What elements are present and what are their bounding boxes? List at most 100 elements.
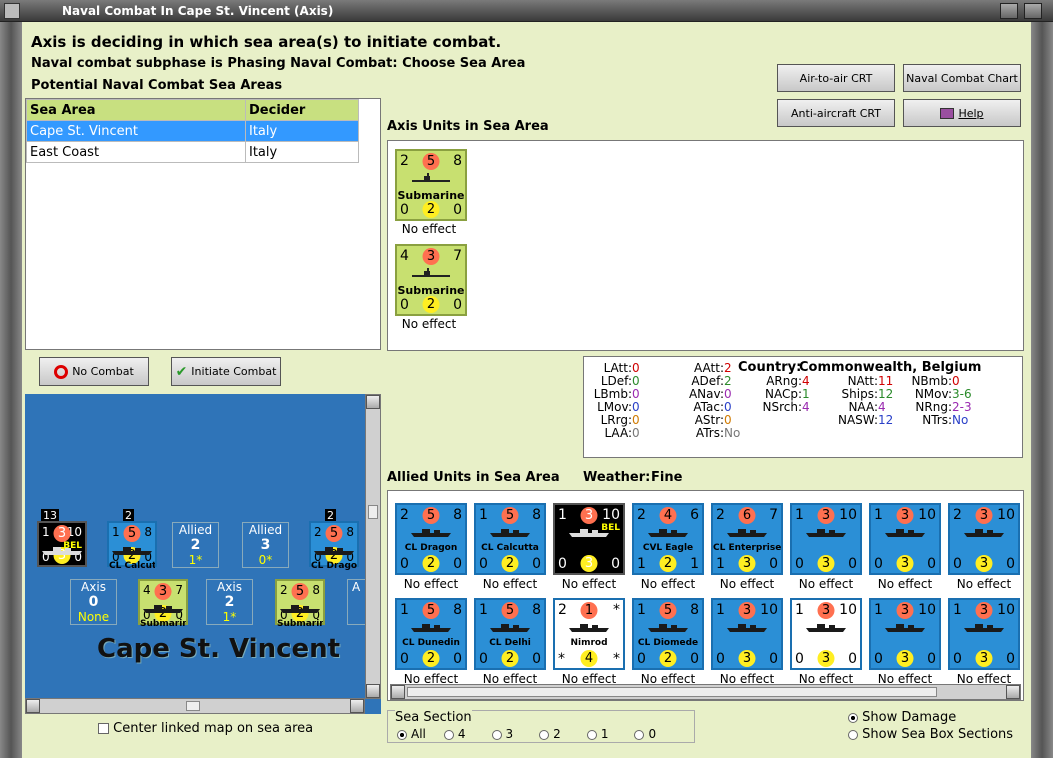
- unit-attack: 3: [896, 507, 914, 524]
- unit-effect: No effect: [719, 672, 775, 686]
- unit-card[interactable]: 1 10 0 0 3 3: [869, 503, 941, 575]
- title-bar[interactable]: Naval Combat In Cape St. Vincent (Axis): [0, 0, 1053, 22]
- scroll-left-button[interactable]: [26, 699, 40, 713]
- sea-section-option[interactable]: 4: [443, 727, 466, 741]
- unit-card[interactable]: 2 6 1 1 4 2 CVL Eagle: [632, 503, 704, 575]
- stat-label: LMov:: [597, 400, 632, 414]
- radio-button[interactable]: [397, 729, 407, 740]
- minimize-button[interactable]: [1000, 3, 1018, 19]
- unit-attack: 5: [422, 507, 440, 524]
- unit-attack: 3: [53, 525, 71, 542]
- sea-section-option[interactable]: 0: [634, 727, 656, 741]
- unit-card[interactable]: 1 10 0 0 3 3 BEL: [37, 521, 87, 567]
- col-sea-area[interactable]: Sea Area: [26, 99, 246, 121]
- unit-name: CL Calcutta: [109, 561, 155, 571]
- unit-card[interactable]: 2 10 0 0 3 3: [948, 503, 1020, 575]
- scroll-left-button[interactable]: [391, 685, 405, 699]
- scroll-up-button[interactable]: [366, 395, 380, 409]
- axis-box-1[interactable]: Axis 0 None: [70, 579, 117, 625]
- unit-attack: 3: [975, 602, 993, 619]
- unit-value: 10: [602, 507, 620, 523]
- unit-card[interactable]: 1 10 0 0 3 3: [790, 503, 862, 575]
- unit-value: 0: [532, 556, 541, 572]
- table-row[interactable]: Cape St. Vincent Italy: [26, 120, 359, 142]
- table-row[interactable]: East Coast Italy: [26, 141, 359, 163]
- stat-label: ATac:: [693, 400, 724, 414]
- unit-value: 10: [839, 507, 857, 523]
- weather-value: Fine: [651, 470, 683, 485]
- box-number: 2: [224, 594, 235, 610]
- unit-attack: 5: [501, 602, 519, 619]
- unit-card[interactable]: 280052CL Dragon: [395, 503, 467, 575]
- unit-card[interactable]: 470032Submarine: [138, 579, 188, 629]
- radio-button[interactable]: [586, 729, 597, 740]
- radio-button[interactable]: [848, 729, 858, 740]
- air-to-air-crt-button[interactable]: Air-to-air CRT: [777, 64, 895, 92]
- scroll-thumb[interactable]: [186, 701, 200, 711]
- unit-value: 0: [479, 651, 488, 667]
- unit-name: CL Dragon: [404, 543, 458, 553]
- unit-value: 0: [769, 556, 778, 572]
- unit-card[interactable]: 1 10 0 0 3 3: [948, 598, 1020, 670]
- scroll-right-button[interactable]: [350, 699, 364, 713]
- radio-button[interactable]: [848, 712, 858, 723]
- sea-map[interactable]: Allied 2 1* Allied 3 0* Axis 0 None Axis…: [25, 394, 381, 714]
- show-sea-box-option[interactable]: Show Sea Box Sections: [848, 727, 1013, 742]
- radio-button[interactable]: [443, 729, 454, 740]
- map-vertical-scrollbar[interactable]: [365, 394, 381, 699]
- close-button[interactable]: [1024, 3, 1042, 19]
- unit-attack: 5: [659, 602, 677, 619]
- help-button[interactable]: Help: [903, 99, 1021, 127]
- unit-card[interactable]: 1 8 0 0 5 2 CL Dunedin: [395, 598, 467, 670]
- axis-unit-card[interactable]: 4 3 7 Submarine 0 2 0: [395, 244, 467, 316]
- checkbox-box[interactable]: [98, 723, 109, 734]
- initiate-combat-button[interactable]: ✔ Initiate Combat: [171, 357, 281, 386]
- axis-unit-card[interactable]: 2 5 8 Submarine 0 2 0: [395, 149, 467, 221]
- unit-defense: 3: [817, 555, 835, 572]
- scroll-down-button[interactable]: [366, 684, 380, 698]
- checkbox-label: Center linked map on sea area: [113, 721, 314, 736]
- radio-button[interactable]: [539, 729, 550, 740]
- unit-attack: 6: [738, 507, 756, 524]
- allied-box-1[interactable]: Allied 2 1*: [172, 522, 219, 568]
- naval-combat-chart-button[interactable]: Naval Combat Chart: [903, 64, 1021, 92]
- anti-aircraft-crt-button[interactable]: Anti-aircraft CRT: [777, 99, 895, 127]
- scroll-thumb[interactable]: [368, 505, 378, 519]
- unit-attack: 3: [738, 602, 756, 619]
- unit-card[interactable]: 280052CL Dragon: [309, 521, 359, 571]
- unit-card[interactable]: 1 8 0 0 5 2 CL Diomede: [632, 598, 704, 670]
- col-decider[interactable]: Decider: [245, 99, 359, 121]
- unit-card[interactable]: 1 10 0 0 3 3: [711, 598, 783, 670]
- no-combat-button[interactable]: No Combat: [39, 357, 149, 386]
- unit-card[interactable]: 1 10 0 0 3 3: [869, 598, 941, 670]
- axis-box-2[interactable]: Axis 2 1*: [206, 579, 253, 625]
- sea-section-option[interactable]: 2: [539, 727, 561, 741]
- unit-value: 1: [795, 602, 804, 618]
- show-damage-option[interactable]: Show Damage: [848, 710, 956, 725]
- unit-card[interactable]: 1 10 0 0 3 3: [790, 598, 862, 670]
- unit-card[interactable]: 2 * * * 1 4 Nimrod: [553, 598, 625, 670]
- map-horizontal-scrollbar[interactable]: [25, 698, 365, 714]
- radio-button[interactable]: [491, 729, 502, 740]
- unit-name: CL Enterprise: [713, 543, 781, 553]
- unit-value: 0: [953, 556, 962, 572]
- radio-button[interactable]: [634, 729, 645, 740]
- unit-card[interactable]: 280052Submarine: [275, 579, 325, 629]
- ship-icon: [648, 624, 688, 632]
- unit-value: 1: [637, 602, 646, 618]
- sea-section-option[interactable]: 3: [491, 727, 513, 741]
- unit-value: 0: [1006, 651, 1015, 667]
- unit-card[interactable]: 2 7 1 0 6 3 CL Enterprise: [711, 503, 783, 575]
- sea-section-option[interactable]: All: [397, 727, 426, 741]
- unit-card[interactable]: 1 10 0 0 3 3 BEL: [553, 503, 625, 575]
- center-map-checkbox[interactable]: Center linked map on sea area: [98, 721, 313, 736]
- scroll-thumb[interactable]: [407, 687, 937, 697]
- sea-section-option[interactable]: 1: [586, 727, 608, 741]
- unit-card[interactable]: 1 8 0 0 5 2 CL Delhi: [474, 598, 546, 670]
- unit-value: *: [613, 602, 620, 618]
- allied-horizontal-scrollbar[interactable]: [390, 684, 1021, 700]
- unit-card[interactable]: 180052CL Calcutta: [107, 521, 157, 571]
- unit-card[interactable]: 180052CL Calcutta: [474, 503, 546, 575]
- scroll-right-button[interactable]: [1006, 685, 1020, 699]
- allied-box-2[interactable]: Allied 3 0*: [242, 522, 289, 568]
